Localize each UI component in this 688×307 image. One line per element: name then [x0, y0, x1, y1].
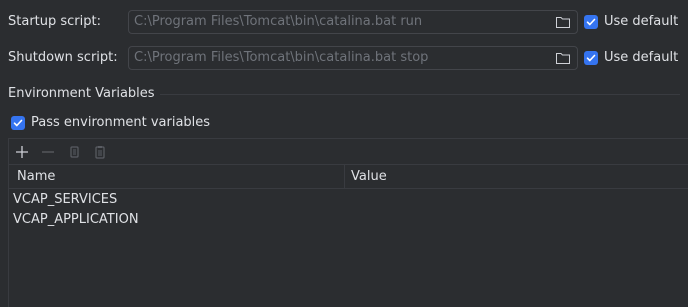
- startup-script-field[interactable]: C:\Program Files\Tomcat\bin\catalina.bat…: [128, 10, 578, 34]
- folder-icon[interactable]: [555, 14, 571, 30]
- column-header-name[interactable]: Name: [17, 165, 55, 188]
- column-separator[interactable]: [344, 165, 345, 188]
- startup-use-default-label[interactable]: Use default: [604, 14, 678, 30]
- add-icon[interactable]: [14, 144, 30, 160]
- table-toolbar: [9, 139, 688, 165]
- paste-icon[interactable]: [92, 144, 108, 160]
- checkmark-icon: [586, 54, 596, 62]
- pass-env-vars-checkbox[interactable]: [11, 116, 25, 130]
- table-row[interactable]: VCAP_SERVICES: [13, 190, 117, 210]
- table-row[interactable]: VCAP_APPLICATION: [13, 210, 139, 230]
- shutdown-script-value: C:\Program Files\Tomcat\bin\catalina.bat…: [134, 50, 429, 65]
- column-header-value[interactable]: Value: [351, 165, 387, 188]
- startup-script-value: C:\Program Files\Tomcat\bin\catalina.bat…: [134, 14, 423, 29]
- section-divider: [160, 94, 680, 95]
- checkmark-icon: [586, 18, 596, 26]
- shutdown-use-default-checkbox[interactable]: [584, 51, 598, 65]
- checkmark-icon: [13, 119, 23, 127]
- environment-variables-title: Environment Variables: [8, 86, 155, 101]
- env-vars-table: Name Value VCAP_SERVICES VCAP_APPLICATIO…: [8, 138, 688, 307]
- startup-use-default-checkbox[interactable]: [584, 15, 598, 29]
- folder-icon[interactable]: [555, 50, 571, 66]
- shutdown-script-label: Shutdown script:: [8, 50, 118, 65]
- pass-env-vars-label[interactable]: Pass environment variables: [31, 115, 210, 131]
- startup-script-label: Startup script:: [8, 14, 101, 29]
- shutdown-script-field[interactable]: C:\Program Files\Tomcat\bin\catalina.bat…: [128, 46, 578, 70]
- remove-icon[interactable]: [40, 144, 56, 160]
- table-header: Name Value: [9, 165, 688, 189]
- copy-icon[interactable]: [66, 144, 82, 160]
- shutdown-use-default-label[interactable]: Use default: [604, 50, 678, 66]
